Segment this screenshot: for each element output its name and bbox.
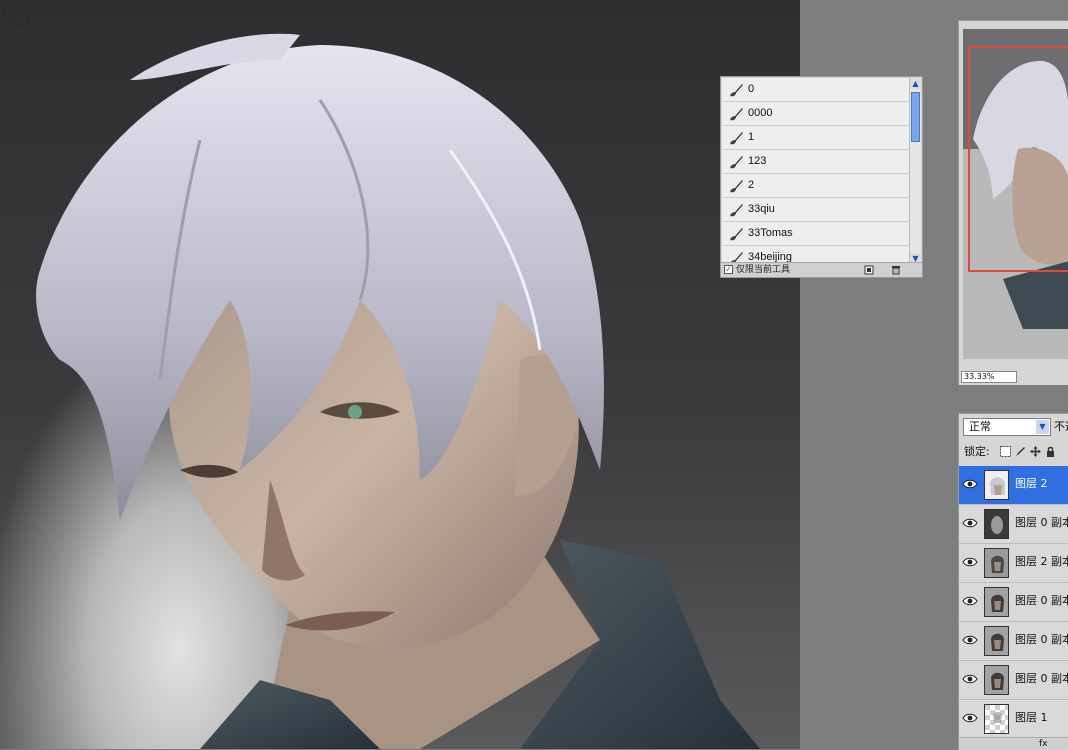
layer-row[interactable]: 图层 0 副本: [959, 505, 1068, 544]
layer-list: 图层 2 图层 0 副本 图层 2 副本 图层 0 副本 图层 0 副本 图层 …: [959, 466, 1068, 739]
chevron-down-icon[interactable]: ▼: [1036, 420, 1049, 434]
layer-thumbnail: [984, 626, 1009, 656]
eye-icon[interactable]: [962, 634, 978, 646]
lock-label: 锁定:: [964, 445, 990, 458]
trash-icon[interactable]: [891, 265, 901, 275]
presets-scrollbar[interactable]: ▲ ▼: [909, 78, 921, 264]
preset-item[interactable]: 0000: [722, 102, 911, 126]
layer-name: 图层 0 副本: [1015, 516, 1068, 529]
presets-footer: ✓ 仅限当前工具: [721, 262, 922, 277]
layer-row[interactable]: 图层 0 副本: [959, 661, 1068, 700]
current-tool-only-checkbox[interactable]: ✓: [724, 265, 733, 274]
new-preset-icon[interactable]: [864, 265, 874, 275]
eye-icon[interactable]: [962, 595, 978, 607]
layer-row[interactable]: 图层 0 副本: [959, 583, 1068, 622]
document-canvas[interactable]: [0, 0, 800, 749]
brush-preset-icon: [730, 156, 743, 169]
layer-thumbnail: [984, 509, 1009, 539]
preset-label: 1: [748, 131, 755, 143]
brush-preset-icon: [730, 228, 743, 241]
navigator-zoom-field[interactable]: 33.33%: [961, 371, 1017, 383]
preset-label: 2: [748, 179, 755, 191]
current-tool-only-label: 仅限当前工具: [736, 265, 791, 275]
layer-name: 图层 0 副本: [1015, 633, 1068, 646]
brush-preset-icon: [730, 132, 743, 145]
layer-name: 图层 1: [1015, 711, 1048, 724]
scroll-thumb[interactable]: [911, 92, 920, 142]
blend-mode-value: 正常: [969, 420, 991, 433]
eye-icon[interactable]: [962, 517, 978, 529]
brush-preset-icon: [730, 84, 743, 97]
preset-label: 33Tomas: [748, 227, 793, 239]
layer-thumbnail: [984, 665, 1009, 695]
layers-panel: 正常 ▼ 不透 锁定: 图层 2 图层 0 副本: [958, 413, 1068, 750]
preset-item[interactable]: 0: [722, 78, 911, 102]
lock-all-icon[interactable]: [1045, 446, 1056, 457]
lock-pixels-icon[interactable]: [1015, 446, 1026, 457]
lock-transparency-icon[interactable]: [1000, 446, 1011, 457]
fx-button[interactable]: fx: [1039, 738, 1048, 750]
preset-item[interactable]: 33Tomas: [722, 222, 911, 246]
preset-label: 0000: [748, 107, 773, 119]
tool-presets-panel: 0 0000 1 123 2 33qiu 33Tomas 34beijing ▲…: [720, 76, 923, 278]
layer-row[interactable]: 图层 2 副本: [959, 544, 1068, 583]
portrait-painting: [36, 33, 760, 749]
layer-name: 图层 0 副本: [1015, 594, 1068, 607]
layer-thumbnail: [984, 470, 1009, 500]
brush-preset-icon: [730, 204, 743, 217]
preset-item[interactable]: 2: [722, 174, 911, 198]
layer-name: 图层 2: [1015, 477, 1048, 490]
brush-cursor-icon: [2, 2, 30, 27]
brush-preset-icon: [730, 108, 743, 121]
layer-thumbnail: [984, 704, 1009, 734]
eye-icon[interactable]: [962, 478, 978, 490]
preset-label: 123: [748, 155, 767, 167]
layer-thumbnail: [984, 548, 1009, 578]
layer-row[interactable]: 图层 2: [959, 466, 1068, 505]
lock-row: 锁定:: [959, 442, 1068, 462]
tool-presets-list: 0 0000 1 123 2 33qiu 33Tomas 34beijing: [722, 78, 911, 264]
layer-row[interactable]: 图层 1: [959, 700, 1068, 739]
eye-icon[interactable]: [962, 712, 978, 724]
opacity-label: 不透: [1054, 420, 1068, 433]
blend-mode-select[interactable]: 正常 ▼: [963, 418, 1051, 436]
lock-position-icon[interactable]: [1030, 446, 1041, 457]
navigator-thumbnail[interactable]: [963, 29, 1068, 359]
preset-item[interactable]: 123: [722, 150, 911, 174]
eye-icon[interactable]: [962, 673, 978, 685]
navigator-view-box[interactable]: [968, 46, 1068, 272]
layer-name: 图层 0 副本: [1015, 672, 1068, 685]
eye-icon[interactable]: [962, 556, 978, 568]
layers-footer: fx: [959, 737, 1068, 750]
scroll-up-button[interactable]: ▲: [910, 78, 921, 89]
preset-item[interactable]: 1: [722, 126, 911, 150]
navigator-panel: 33.33%: [958, 20, 1068, 385]
preset-item[interactable]: 33qiu: [722, 198, 911, 222]
layer-thumbnail: [984, 587, 1009, 617]
preset-label: 0: [748, 83, 755, 95]
brush-preset-icon: [730, 180, 743, 193]
preset-label: 33qiu: [748, 203, 775, 215]
layer-row[interactable]: 图层 0 副本: [959, 622, 1068, 661]
layer-name: 图层 2 副本: [1015, 555, 1068, 568]
